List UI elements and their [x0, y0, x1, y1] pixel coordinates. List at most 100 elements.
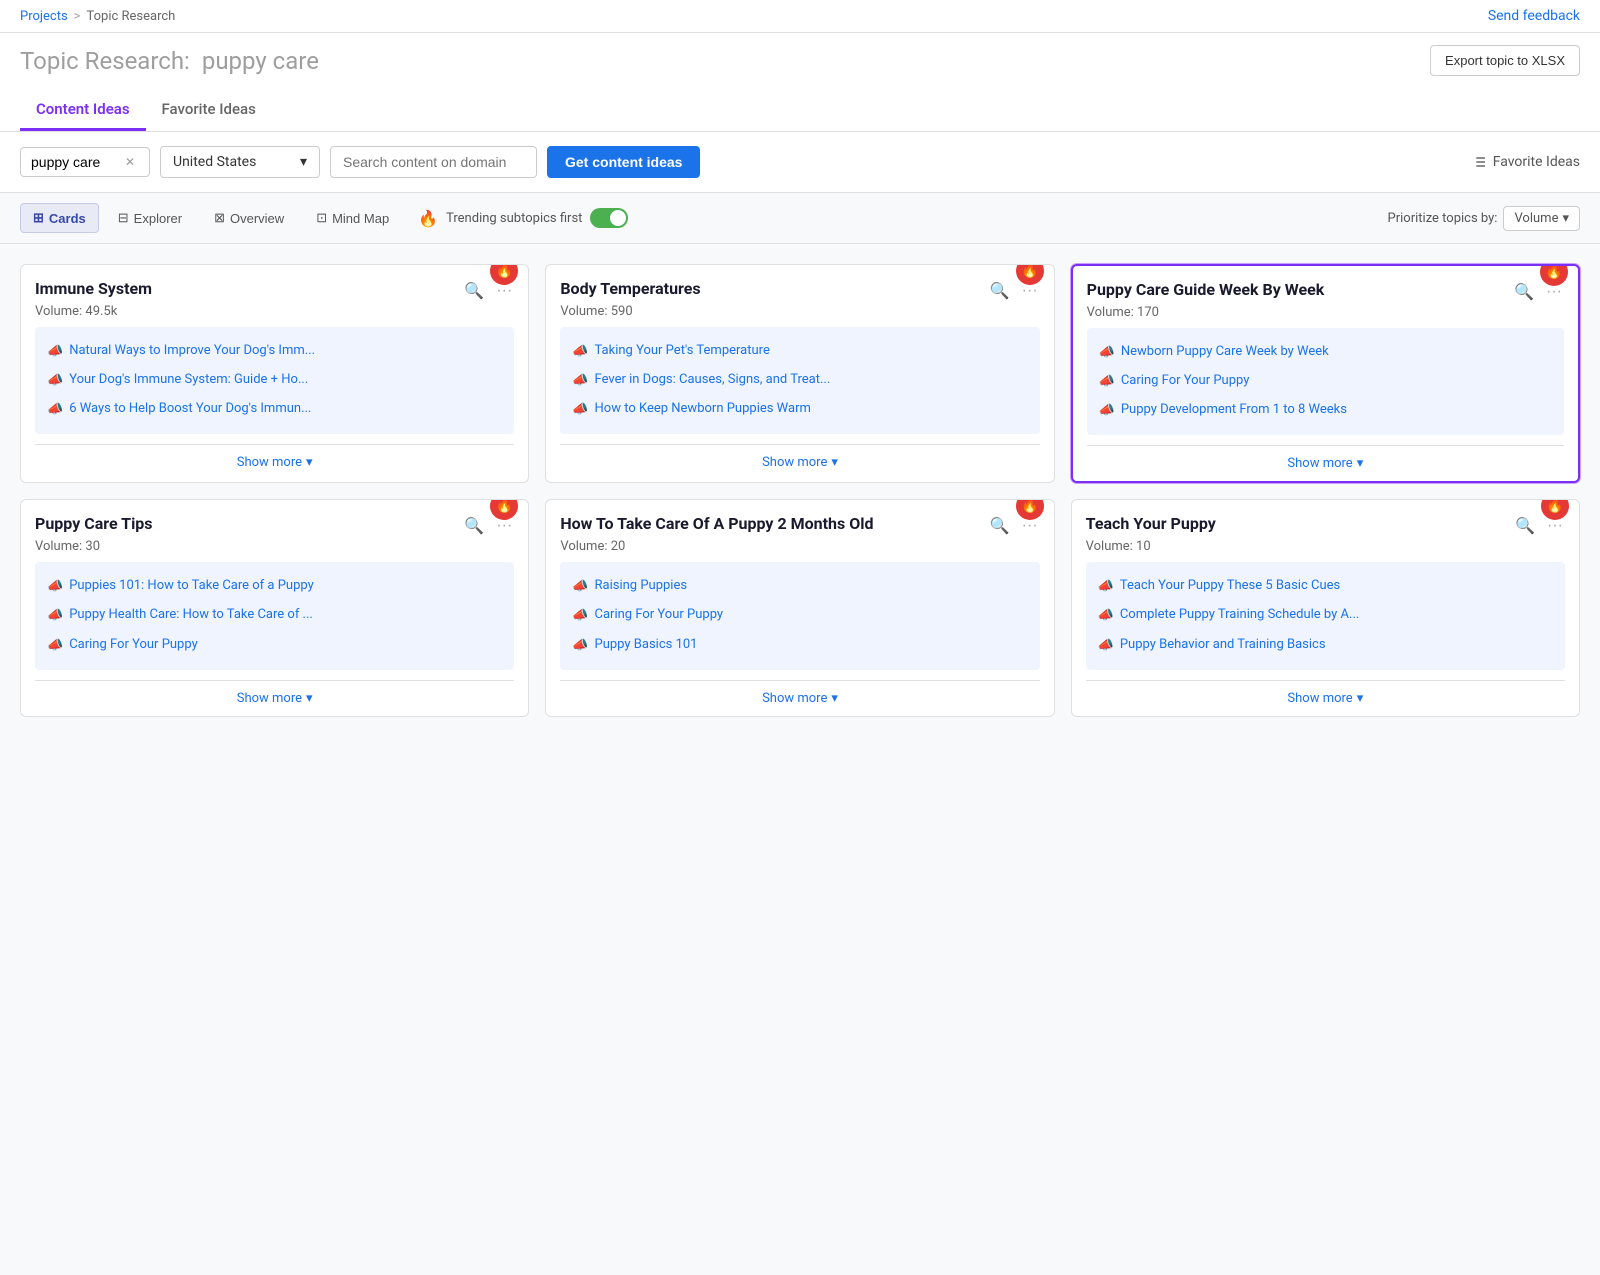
- view-mindmap-button[interactable]: ⊡ Mind Map: [303, 203, 402, 233]
- show-more-button[interactable]: Show more ▾: [1073, 446, 1578, 481]
- breadcrumb: Projects > Topic Research: [20, 9, 175, 24]
- card-card-3: 🔥 Puppy Care Guide Week By Week Volume: …: [1071, 264, 1580, 483]
- card-card-6: 🔥 Teach Your Puppy Volume: 10 🔍 ··· 📣 Te…: [1071, 499, 1580, 716]
- explorer-view-icon: ⊟: [118, 210, 129, 226]
- card-item: 📣 6 Ways to Help Boost Your Dog's Immun.…: [47, 395, 502, 424]
- mindmap-view-label: Mind Map: [332, 211, 389, 226]
- megaphone-icon: 📣: [572, 607, 588, 625]
- card-volume: Volume: 170: [1087, 305, 1512, 320]
- card-item-text: Your Dog's Immune System: Guide + Ho...: [69, 371, 308, 389]
- explorer-view-label: Explorer: [134, 211, 182, 226]
- clear-keyword-button[interactable]: ✕: [125, 155, 135, 169]
- send-feedback-link[interactable]: Send feedback: [1488, 8, 1580, 24]
- trending-flame-icon: 🔥: [418, 209, 438, 228]
- page-title-row: Topic Research: puppy care Export topic …: [20, 45, 1580, 86]
- overview-view-icon: ⊠: [214, 210, 225, 226]
- card-item: 📣 Puppy Health Care: How to Take Care of…: [47, 601, 502, 630]
- megaphone-icon: 📣: [572, 401, 588, 419]
- volume-selector[interactable]: Volume ▾: [1503, 206, 1580, 231]
- card-card-2: 🔥 Body Temperatures Volume: 590 🔍 ··· 📣 …: [545, 264, 1054, 483]
- prioritize-group: Prioritize topics by: Volume ▾: [1388, 206, 1580, 231]
- view-cards-button[interactable]: ⊞ Cards: [20, 203, 99, 233]
- show-more-button[interactable]: Show more ▾: [21, 681, 528, 716]
- card-title-block: Immune System Volume: 49.5k: [35, 279, 462, 319]
- domain-search-input[interactable]: [330, 146, 537, 178]
- get-content-ideas-button[interactable]: Get content ideas: [547, 146, 700, 178]
- card-title-block: Puppy Care Tips Volume: 30: [35, 514, 462, 554]
- card-search-button[interactable]: 🔍: [1513, 514, 1537, 538]
- card-item: 📣 Puppy Development From 1 to 8 Weeks: [1099, 396, 1552, 425]
- page-header: Topic Research: puppy care Export topic …: [0, 33, 1600, 132]
- megaphone-icon: 📣: [572, 343, 588, 361]
- card-item: 📣 Complete Puppy Training Schedule by A.…: [1098, 601, 1553, 630]
- show-more-button[interactable]: Show more ▾: [1072, 681, 1579, 716]
- card-search-button[interactable]: 🔍: [462, 279, 486, 303]
- card-title-block: How To Take Care Of A Puppy 2 Months Old…: [560, 514, 987, 554]
- show-more-chevron-icon: ▾: [306, 691, 313, 706]
- card-item-text: Puppy Behavior and Training Basics: [1120, 636, 1326, 654]
- card-item-text: How to Keep Newborn Puppies Warm: [595, 400, 811, 418]
- card-item: 📣 Caring For Your Puppy: [47, 631, 502, 660]
- megaphone-icon: 📣: [1099, 344, 1115, 362]
- tab-favorite-ideas[interactable]: Favorite Ideas: [146, 90, 272, 131]
- card-volume: Volume: 590: [560, 304, 987, 319]
- card-search-button[interactable]: 🔍: [988, 514, 1012, 538]
- card-header: Body Temperatures Volume: 590 🔍 ···: [546, 265, 1053, 327]
- cards-view-icon: ⊞: [33, 210, 44, 226]
- card-item: 📣 Natural Ways to Improve Your Dog's Imm…: [47, 337, 502, 366]
- show-more-chevron-icon: ▾: [831, 455, 838, 470]
- keyword-input[interactable]: [31, 154, 121, 170]
- trending-toggle-switch[interactable]: [590, 208, 628, 228]
- card-item-text: Complete Puppy Training Schedule by A...: [1120, 606, 1359, 624]
- card-search-button[interactable]: 🔍: [1512, 280, 1536, 304]
- card-item: 📣 Fever in Dogs: Causes, Signs, and Trea…: [572, 366, 1027, 395]
- country-value: United States: [173, 154, 256, 170]
- card-volume: Volume: 49.5k: [35, 304, 462, 319]
- card-item-text: Caring For Your Puppy: [1121, 372, 1250, 390]
- card-item-text: Puppy Development From 1 to 8 Weeks: [1121, 401, 1347, 419]
- card-content: 📣 Newborn Puppy Care Week by Week 📣 Cari…: [1087, 328, 1564, 436]
- mindmap-view-icon: ⊡: [316, 210, 327, 226]
- card-item: 📣 Puppy Behavior and Training Basics: [1098, 631, 1553, 660]
- overview-view-label: Overview: [230, 211, 284, 226]
- card-item-text: Puppy Health Care: How to Take Care of .…: [69, 606, 313, 624]
- export-button[interactable]: Export topic to XLSX: [1430, 45, 1580, 76]
- show-more-button[interactable]: Show more ▾: [21, 445, 528, 480]
- view-overview-button[interactable]: ⊠ Overview: [201, 203, 297, 233]
- card-content: 📣 Raising Puppies 📣 Caring For Your Pupp…: [560, 562, 1039, 670]
- show-more-button[interactable]: Show more ▾: [546, 445, 1053, 480]
- card-content: 📣 Natural Ways to Improve Your Dog's Imm…: [35, 327, 514, 435]
- tab-content-ideas[interactable]: Content Ideas: [20, 90, 146, 131]
- card-item: 📣 Teach Your Puppy These 5 Basic Cues: [1098, 572, 1553, 601]
- card-content: 📣 Taking Your Pet's Temperature 📣 Fever …: [560, 327, 1039, 435]
- chevron-down-icon: ▾: [300, 154, 307, 170]
- card-item-text: Caring For Your Puppy: [69, 636, 198, 654]
- megaphone-icon: 📣: [1098, 637, 1114, 655]
- megaphone-icon: 📣: [47, 578, 63, 596]
- projects-link[interactable]: Projects: [20, 9, 68, 24]
- volume-chevron-icon: ▾: [1562, 211, 1569, 226]
- card-header: How To Take Care Of A Puppy 2 Months Old…: [546, 500, 1053, 562]
- card-card-1: 🔥 Immune System Volume: 49.5k 🔍 ··· 📣 Na…: [20, 264, 529, 483]
- show-more-button[interactable]: Show more ▾: [546, 681, 1053, 716]
- card-header: Puppy Care Guide Week By Week Volume: 17…: [1073, 266, 1578, 328]
- megaphone-icon: 📣: [47, 607, 63, 625]
- view-explorer-button[interactable]: ⊟ Explorer: [105, 203, 195, 233]
- country-selector[interactable]: United States ▾: [160, 146, 320, 178]
- main-toolbar: ✕ United States ▾ Get content ideas Favo…: [0, 132, 1600, 193]
- tabs-bar: Content Ideas Favorite Ideas: [20, 90, 1580, 131]
- show-more-chevron-icon: ▾: [306, 455, 313, 470]
- card-item: 📣 Raising Puppies: [572, 572, 1027, 601]
- card-search-button[interactable]: 🔍: [988, 279, 1012, 303]
- card-volume: Volume: 10: [1086, 539, 1513, 554]
- view-toolbar: ⊞ Cards ⊟ Explorer ⊠ Overview ⊡ Mind Map…: [0, 193, 1600, 244]
- card-item-text: 6 Ways to Help Boost Your Dog's Immun...: [69, 400, 311, 418]
- keyword-search-wrapper: ✕: [20, 147, 150, 177]
- card-title-block: Body Temperatures Volume: 590: [560, 279, 987, 319]
- card-search-button[interactable]: 🔍: [462, 514, 486, 538]
- card-content: 📣 Puppies 101: How to Take Care of a Pup…: [35, 562, 514, 670]
- favorite-ideas-link[interactable]: Favorite Ideas: [1471, 154, 1580, 170]
- card-header: Puppy Care Tips Volume: 30 🔍 ···: [21, 500, 528, 562]
- card-content: 📣 Teach Your Puppy These 5 Basic Cues 📣 …: [1086, 562, 1565, 670]
- show-more-chevron-icon: ▾: [1357, 456, 1364, 471]
